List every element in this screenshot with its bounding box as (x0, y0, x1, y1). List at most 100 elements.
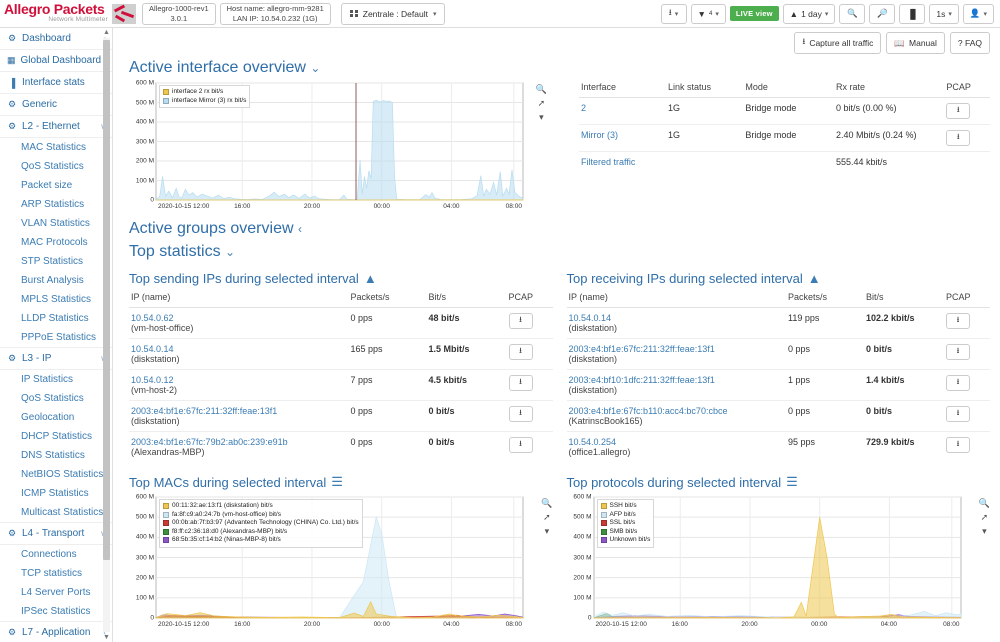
sidebar-item-tcp-statistics[interactable]: TCP statistics (0, 564, 112, 583)
ip-link[interactable]: 2003:e4:bf1e:67fc:211:32ff:feae:13f1 (131, 406, 277, 416)
time-range-button[interactable]: ▲ 1 day ▾ (782, 3, 836, 24)
sidebar-item-mpls-statistics[interactable]: MPLS Statistics (0, 290, 112, 309)
list-icon[interactable]: ☰ (786, 474, 798, 490)
chart-area-icon[interactable]: ▲ (364, 271, 377, 286)
pcap-download-button[interactable]: ⭳ (946, 344, 970, 360)
brand-logo[interactable]: Allegro Packets Network Multimeter (0, 0, 110, 27)
active-interface-overview-heading[interactable]: Active interface overview ⌄ (129, 59, 990, 77)
sidebar[interactable]: ⚙Dashboard‹▦Global Dashboard‹▐Interface … (0, 28, 113, 642)
protocols-chart[interactable]: 0 100 M 200 M 300 M 400 M 500 M 600 M 2020-10-1… (566, 493, 967, 630)
top-macs-heading[interactable]: Top MACs during selected interval ☰ (129, 474, 553, 490)
legend-item[interactable]: interface 2 rx bit/s (163, 88, 246, 97)
zoom-in-button[interactable]: 🔍 (839, 3, 866, 24)
ip-link[interactable]: 10.54.0.62 (131, 313, 174, 323)
sidebar-item-dns-statistics[interactable]: DNS Statistics (0, 446, 112, 465)
legend-item[interactable]: SSL bit/s (600, 519, 651, 528)
pcap-download-button[interactable]: ⭳ (946, 313, 970, 329)
scroll-up-arrow-icon[interactable]: ▲ (103, 29, 110, 36)
sidebar-item-lldp-statistics[interactable]: LLDP Statistics (0, 309, 112, 328)
active-groups-overview-heading[interactable]: Active groups overview ‹ (129, 220, 990, 238)
sidebar-item-mac-statistics[interactable]: MAC Statistics (0, 138, 112, 157)
sidebar-group-dashboard[interactable]: ⚙Dashboard‹ (0, 28, 112, 50)
pcap-download-button[interactable]: ⭳ (946, 437, 970, 453)
interface-chart[interactable]: 0 100 M 200 M 300 M 400 M 500 M 600 M 2020-10-1… (129, 79, 529, 212)
sidebar-group-l2-ethernet[interactable]: ⚙L2 - Ethernet∨ (0, 116, 112, 138)
chart-expand-icon[interactable]: ➚ (543, 513, 551, 522)
sidebar-item-ipsec-statistics[interactable]: IPSec Statistics (0, 602, 112, 621)
ip-link[interactable]: 10.54.0.254 (569, 437, 617, 447)
sidebar-item-dhcp-statistics[interactable]: DHCP Statistics (0, 427, 112, 446)
chart-zoom-icon[interactable]: 🔍 (541, 499, 552, 508)
legend-item[interactable]: 00:11:32:ae:13:f1 (diskstation) bit/s (163, 502, 359, 511)
pause-button[interactable]: ▐▌ (899, 3, 926, 24)
interface-chart-tools[interactable]: 🔍 ➚ ▾ (536, 85, 547, 122)
sidebar-item-netbios-statistics[interactable]: NetBIOS Statistics (0, 465, 112, 484)
sidebar-group-interface-stats[interactable]: ▐ Interface stats (0, 72, 112, 94)
chart-menu-icon[interactable]: ▾ (539, 113, 544, 122)
sidebar-item-packet-size[interactable]: Packet size (0, 176, 112, 195)
legend-item[interactable]: fa:8f:c9:a0:24:7b (vm-host-office) bit/s (163, 511, 359, 520)
legend-item[interactable]: Unknown bit/s (600, 536, 650, 545)
ip-link[interactable]: 10.54.0.14 (131, 344, 174, 354)
ip-link[interactable]: 2003:e4:bf1e:67fc:79b2:ab0c:239:e91b (131, 437, 288, 447)
sidebar-group-generic[interactable]: ⚙Generic‹ (0, 94, 112, 116)
macs-chart[interactable]: 0 100 M 200 M 300 M 400 M 500 M 600 M 2020-10-1… (129, 493, 529, 630)
pcap-download-button[interactable]: ⭳ (508, 437, 533, 453)
ip-link[interactable]: 2003:e4:bf1e:67fc:b110:acc4:bc70:cbce (569, 406, 728, 416)
manual-button[interactable]: 📖 Manual (886, 32, 945, 54)
sidebar-item-qos-statistics[interactable]: QoS Statistics (0, 389, 112, 408)
ip-link[interactable]: 2003:e4:bf10:1dfc:211:32ff:feae:13f1 (569, 375, 715, 385)
sidebar-item-multicast-statistics[interactable]: Multicast Statistics (0, 503, 112, 522)
legend-item[interactable]: 68:5b:35:cf:14:b2 (Ninas-MBP-8) bit/s (163, 536, 359, 545)
chart-expand-icon[interactable]: ➚ (981, 513, 989, 522)
sidebar-group-global-dashboard[interactable]: ▦Global Dashboard‹ (0, 50, 112, 72)
pcap-download-button[interactable]: ⭳ (508, 313, 533, 329)
filter-button[interactable]: ▼ 4 ▾ (690, 3, 726, 24)
top-sending-ips-heading[interactable]: Top sending IPs during selected interval… (129, 271, 553, 286)
sidebar-scrollbar[interactable]: ▲ ▼ (103, 28, 110, 642)
interface-link[interactable]: Filtered traffic (581, 157, 635, 167)
pcap-download-button[interactable]: ⭳ (946, 375, 970, 391)
zoom-out-button[interactable]: 🔎 (869, 3, 896, 24)
chart-zoom-icon[interactable]: 🔍 (536, 85, 547, 94)
refresh-interval-button[interactable]: 1s ▾ (929, 3, 959, 24)
legend-item[interactable]: interface Mirror (3) rx bit/s (163, 97, 246, 106)
sidebar-group-l7-application[interactable]: ⚙ L7 - Application ‹ (0, 622, 112, 642)
chart-menu-icon[interactable]: ▾ (545, 527, 550, 536)
top-protocols-heading[interactable]: Top protocols during selected interval ☰ (567, 474, 991, 490)
chart-menu-icon[interactable]: ▾ (982, 527, 987, 536)
scroll-down-arrow-icon[interactable]: ▼ (103, 634, 110, 641)
sidebar-item-arp-statistics[interactable]: ARP Statistics (0, 195, 112, 214)
interface-link[interactable]: Mirror (3) (581, 130, 618, 140)
macs-chart-tools[interactable]: 🔍 ➚ ▾ (541, 499, 552, 536)
ip-link[interactable]: 10.54.0.14 (569, 313, 612, 323)
pcap-download-button[interactable]: ⭳ (946, 103, 971, 119)
pcap-download-button[interactable]: ⭳ (946, 130, 971, 146)
sidebar-item-pppoe-statistics[interactable]: PPPoE Statistics (0, 328, 112, 347)
export-button[interactable]: ⭳ ▾ (660, 3, 687, 24)
user-menu-button[interactable]: 👤 ▾ (962, 3, 994, 24)
protocols-chart-tools[interactable]: 🔍 ➚ ▾ (979, 499, 990, 536)
pcap-download-button[interactable]: ⭳ (508, 406, 533, 422)
live-view-badge[interactable]: LIVE view (729, 6, 779, 21)
legend-item[interactable]: AFP bit/s (600, 511, 651, 520)
top-statistics-heading[interactable]: Top statistics ⌄ (129, 243, 990, 261)
pcap-download-button[interactable]: ⭳ (946, 406, 970, 422)
chart-zoom-icon[interactable]: 🔍 (979, 499, 990, 508)
list-icon[interactable]: ☰ (331, 474, 343, 490)
sidebar-item-qos-statistics[interactable]: QoS Statistics (0, 157, 112, 176)
legend-item[interactable]: SMB bit/s (600, 528, 651, 537)
sidebar-item-vlan-statistics[interactable]: VLAN Statistics (0, 214, 112, 233)
site-selector[interactable]: Zentrale : Default ▾ (340, 2, 446, 25)
chart-area-icon[interactable]: ▲ (808, 271, 821, 286)
ip-link[interactable]: 10.54.0.12 (131, 375, 174, 385)
ip-link[interactable]: 2003:e4:bf1e:67fc:211:32ff:feae:13f1 (569, 344, 715, 354)
sidebar-item-geolocation[interactable]: Geolocation (0, 408, 112, 427)
sidebar-item-ip-statistics[interactable]: IP Statistics (0, 370, 112, 389)
legend-item[interactable]: f8:ff:c2:36:18:d0 (Alexandras-MBP) bit/s (163, 528, 359, 537)
sidebar-group-l3-ip[interactable]: ⚙L3 - IP∨ (0, 348, 112, 370)
sidebar-item-mac-protocols[interactable]: MAC Protocols (0, 233, 112, 252)
faq-button[interactable]: ? FAQ (949, 32, 990, 54)
sidebar-item-icmp-statistics[interactable]: ICMP Statistics (0, 484, 112, 503)
sidebar-group-l4-transport[interactable]: ⚙L4 - Transport∨ (0, 523, 112, 545)
